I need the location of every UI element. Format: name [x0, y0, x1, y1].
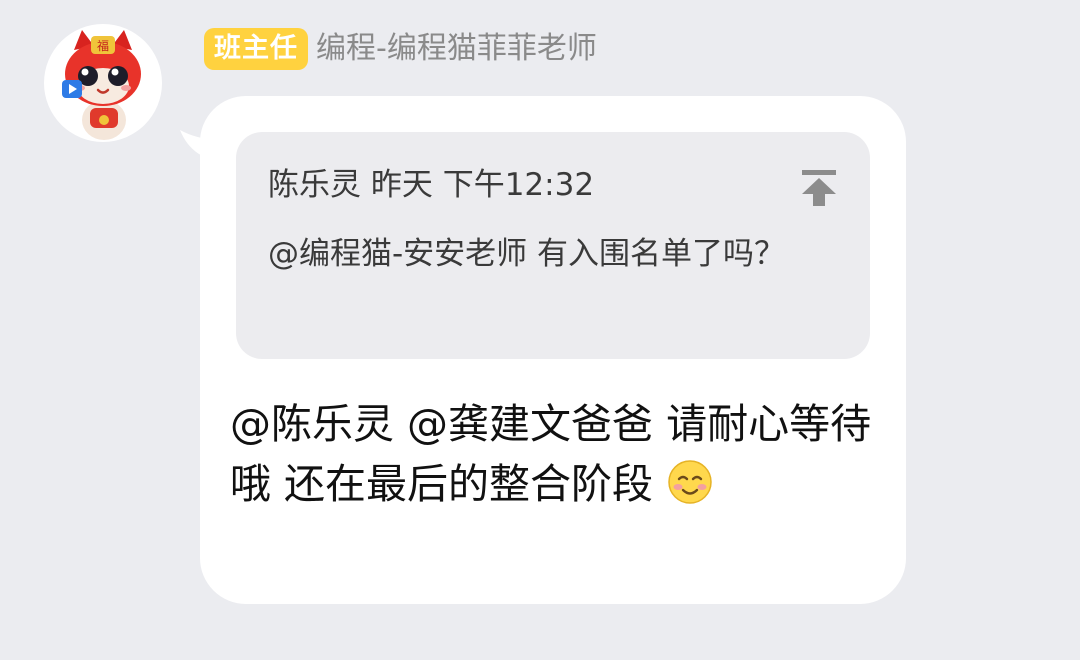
cat-mascot-icon: 福 — [62, 30, 141, 140]
quoted-message[interactable]: 陈乐灵 昨天 下午12:32 @编程猫-安安老师 有入围名单了吗？ — [236, 132, 870, 359]
sender-header: 班主任 编程-编程猫菲菲老师 — [204, 26, 597, 72]
svg-text:福: 福 — [97, 38, 109, 53]
sender-name[interactable]: 编程-编程猫菲菲老师 — [316, 29, 597, 69]
role-badge: 班主任 — [204, 28, 308, 70]
quote-text: @编程猫-安安老师 有入围名单了吗？ — [268, 236, 786, 272]
message-body: @陈乐灵 @龚建文爸爸 请耐心等待哦 还在最后的整合阶段 — [230, 400, 872, 508]
message-text: @陈乐灵 @龚建文爸爸 请耐心等待哦 还在最后的整合阶段 — [230, 394, 880, 514]
smiling-face-emoji-icon — [668, 460, 712, 504]
sender-avatar[interactable]: 福 — [44, 24, 162, 142]
quote-meta: 陈乐灵 昨天 下午12:32 — [268, 167, 595, 203]
jump-to-top-icon[interactable] — [798, 166, 840, 208]
